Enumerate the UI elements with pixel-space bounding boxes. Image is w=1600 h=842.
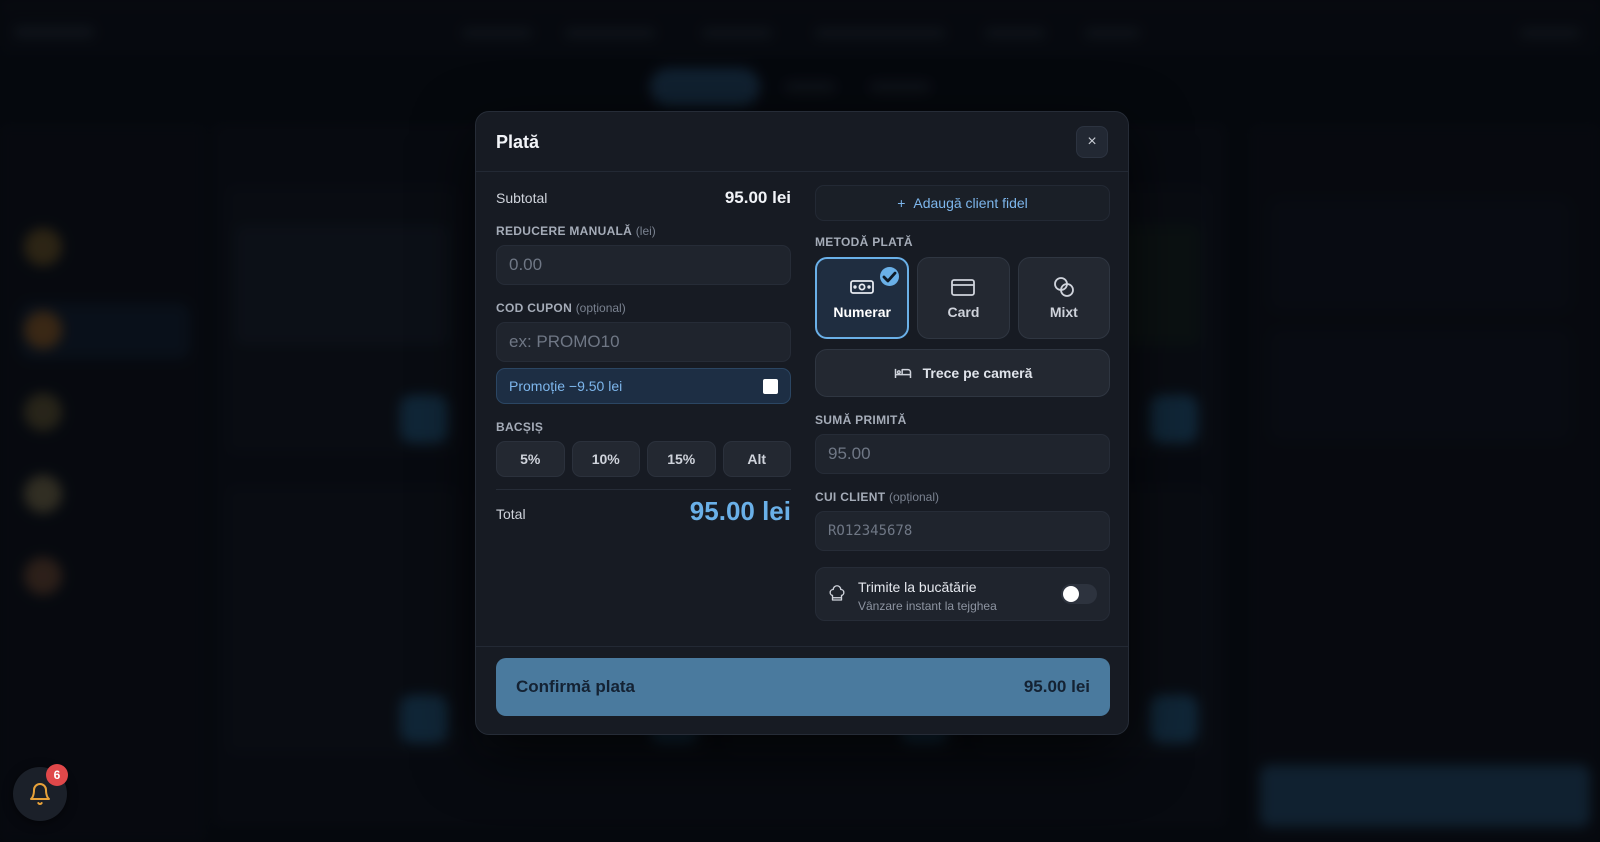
promotion-option[interactable]: Promoție −9.50 lei bbox=[496, 368, 791, 404]
toggle-knob bbox=[1063, 586, 1079, 602]
send-to-kitchen-toggle[interactable] bbox=[1061, 584, 1097, 604]
modal-header: Plată × bbox=[476, 112, 1128, 172]
manual-discount-label: REDUCERE MANUALĂ (lei) bbox=[496, 224, 656, 238]
notification-count-badge: 6 bbox=[46, 764, 68, 786]
modal-title: Plată bbox=[496, 132, 540, 152]
cash-icon bbox=[850, 280, 875, 294]
send-to-kitchen-subtitle: Vânzare instant la tejghea bbox=[858, 599, 997, 613]
tip-10-button[interactable]: 10% bbox=[571, 441, 640, 477]
subtotal-label: Subtotal bbox=[496, 190, 548, 206]
payment-methods: Numerar Card Mixt bbox=[815, 257, 1110, 339]
send-to-kitchen-row: Trimite la bucătărie Vânzare instant la … bbox=[815, 567, 1110, 621]
plus-icon: + bbox=[897, 195, 906, 211]
tip-5-button[interactable]: 5% bbox=[496, 441, 565, 477]
bell-icon bbox=[30, 783, 50, 805]
card-icon bbox=[951, 279, 976, 296]
amount-received-label: SUMĂ PRIMITĂ bbox=[815, 413, 907, 427]
total-divider bbox=[496, 489, 791, 490]
coupon-input[interactable]: ex: PROMO10 bbox=[496, 322, 791, 362]
confirm-payment-label: Confirmă plata bbox=[516, 677, 636, 696]
method-card-button[interactable]: Card bbox=[917, 257, 1010, 339]
promotion-checkbox[interactable] bbox=[763, 378, 778, 394]
footer-divider bbox=[476, 646, 1128, 647]
confirm-payment-amount: 95.00 lei bbox=[1023, 677, 1090, 696]
promotion-text: Promoție −9.50 lei bbox=[509, 378, 623, 394]
summary-column: Subtotal 95.00 lei REDUCERE MANUALĂ (lei… bbox=[496, 182, 791, 538]
subtotal-value: 95.00 lei bbox=[724, 188, 791, 207]
payment-method-label: METODĂ PLATĂ bbox=[815, 235, 913, 249]
check-icon bbox=[880, 267, 900, 286]
tip-label: BACȘIȘ bbox=[496, 420, 544, 434]
close-button[interactable]: × bbox=[1076, 126, 1108, 158]
manual-discount-input[interactable]: 0.00 bbox=[496, 245, 791, 285]
total-value: 95.00 lei bbox=[689, 496, 791, 526]
add-client-button[interactable]: + Adaugă client fidel bbox=[815, 185, 1110, 221]
send-to-kitchen-title: Trimite la bucătărie bbox=[858, 579, 977, 595]
subtotal-row: Subtotal 95.00 lei bbox=[496, 182, 791, 212]
confirm-payment-button[interactable]: Confirmă plata 95.00 lei bbox=[496, 658, 1110, 716]
client-cui-label: CUI CLIENT (opțional) bbox=[815, 490, 940, 504]
charge-to-room-button[interactable]: Trece pe cameră bbox=[815, 349, 1110, 397]
tip-15-button[interactable]: 15% bbox=[647, 441, 716, 477]
total-label: Total bbox=[496, 506, 526, 522]
client-cui-input[interactable]: RO12345678 bbox=[815, 511, 1110, 551]
close-icon: × bbox=[1087, 133, 1097, 150]
payment-modal: Plată × Subtotal 95.00 lei REDUCERE MANU… bbox=[475, 111, 1129, 735]
method-cash-button[interactable]: Numerar bbox=[815, 257, 910, 339]
coins-icon bbox=[1053, 277, 1074, 297]
method-mixed-button[interactable]: Mixt bbox=[1017, 257, 1110, 339]
bed-icon bbox=[894, 368, 911, 378]
amount-received-input[interactable]: 95.00 bbox=[815, 434, 1110, 474]
coupon-label: COD CUPON (opțional) bbox=[496, 301, 626, 315]
tip-other-button[interactable]: Alt bbox=[722, 441, 791, 477]
tip-options: 5% 10% 15% Alt bbox=[496, 441, 791, 477]
chef-hat-icon bbox=[829, 585, 845, 601]
total-row: Total 95.00 lei bbox=[496, 494, 791, 538]
payment-column: + Adaugă client fidel METODĂ PLATĂ Numer… bbox=[815, 185, 1110, 621]
